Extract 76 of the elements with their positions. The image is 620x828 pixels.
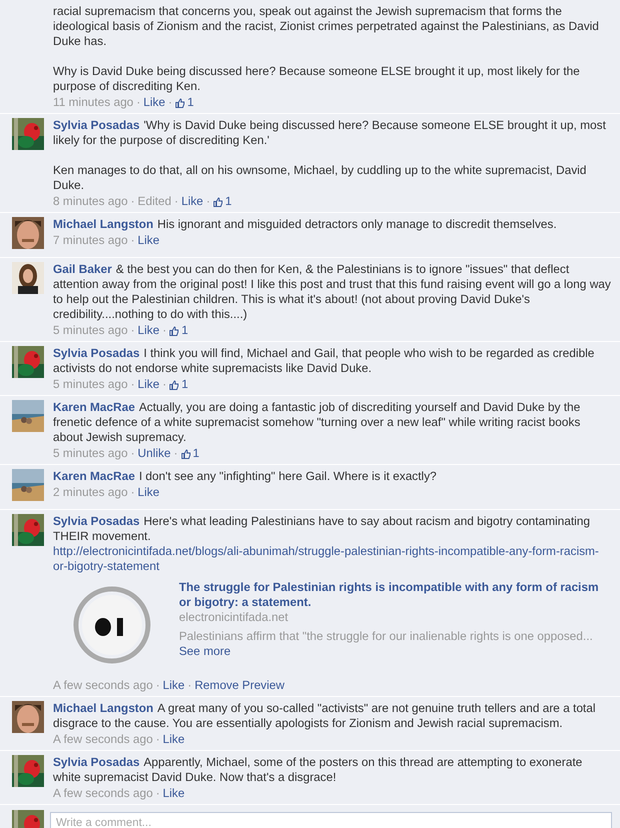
like-link[interactable]: Like [138,233,160,248]
author-name[interactable]: Karen MacRae [53,400,135,414]
author-name[interactable]: Michael Langston [53,701,154,715]
preview-summary: Palestinians affirm that "the struggle for our inalienable rights is one opposed... [179,629,594,644]
comment-text: Michael Langston A great many of you so-called "activists" are not genuine truth tellers and are a total disgrace to the cause. You are essentially apologists for Zionism and Jewish racial supremacism. [53,701,596,731]
like-link[interactable]: Like [138,485,160,500]
remove-preview-link[interactable]: Remove Preview [194,678,284,693]
like-link[interactable]: Like [138,377,160,392]
like-link[interactable]: Like [162,732,185,747]
author-name[interactable]: Sylvia Posadas [53,755,140,769]
like-link[interactable]: Like [181,194,204,209]
thumbs-up-icon [169,326,180,336]
separator-dot: · [174,194,178,209]
separator-dot: · [188,678,192,693]
like-count[interactable]: 1 [169,377,188,392]
like-link[interactable]: Unlike [138,446,171,461]
author-name[interactable]: Sylvia Posadas [53,118,140,132]
like-link[interactable]: Like [162,678,185,693]
comment-text: Karen MacRae Actually, you are doing a fantastic job of discrediting yourself and David Duke by the frenetic defence of a white supremacist somehow "turning over a new leaf" while writing racist books about Jewish supremacy. [53,400,582,445]
separator-dot: · [130,194,135,209]
separator-dot: · [156,678,160,693]
comment-text: Gail Baker & the best you can do then for Ken, & the Palestinians is to ignore "issues" that deflect attention away from the original post! I like this post and trust that this fund raising event will go a long way to help out the Palestinian children. This is what it's about! (not about proving David Duke's credibility....nothing to do with this....) [53,262,612,322]
thumbs-up-icon [169,380,180,390]
comment-text: Karen MacRae I don't see any "infighting" here Gail. Where is it exactly? [53,469,438,484]
like-link[interactable]: Like [143,95,166,110]
preview-title[interactable]: The struggle for Palestinian rights is incompatible with any form of racism or bigotry: a statement. [179,580,612,610]
timestamp: A few seconds ago [53,732,153,747]
timestamp: 2 minutes ago [53,485,128,500]
comment-text: Why is David Duke being discussed here? Because someone ELSE brought it up, most likely for the purpose of discrediting Ken. [53,64,581,94]
edited-label: Edited [138,194,172,209]
separator-dot: · [162,377,166,392]
thumbs-up-icon [180,448,191,458]
comment-text: Michael Langston His ignorant and misguided detractors only manage to discredit themselves. [53,217,558,232]
author-name[interactable]: Michael Langston [53,217,154,231]
timestamp: A few seconds ago [53,678,153,693]
author-name[interactable]: Karen MacRae [53,469,135,483]
comment-text: Sylvia Posadas Here's what leading Palestinians have to say about racism and bigotry contaminating THEIR movement. http://electronicintifada.net/blogs/ali-abunimah/struggle-palestinian-rights-incompatible-any-form-racism-or-bigotry-statement [53,514,612,574]
like-link[interactable]: Like [138,323,160,338]
timestamp: 5 minutes ago [53,446,128,461]
comment-text: racial supremacism that concerns you, speak out against the Jewish supremacism that forms the ideological basis of Zionism and the racist, Zionist crimes perpetrated against the Palestinians, as David Duke has. [53,4,600,49]
like-count[interactable]: 1 [175,95,194,110]
thumbs-up-icon [213,196,224,206]
timestamp: 5 minutes ago [53,323,128,338]
author-name[interactable]: Gail Baker [53,262,112,276]
comment-text: Sylvia Posadas Apparently, Michael, some of the posters on this thread are attempting to exonerate white supremacist David Duke. Now that's a disgrace! [53,755,584,785]
separator-dot: · [130,233,135,248]
separator-dot: · [130,323,135,338]
comment-text: Sylvia Posadas 'Why is David Duke being discussed here? Because someone ELSE brought it up, most likely for the purpose of discrediting Ken.' [53,118,607,148]
like-count[interactable]: 1 [213,194,232,209]
thumbs-up-icon [175,98,186,108]
timestamp: 8 minutes ago [53,194,128,209]
like-link[interactable]: Like [162,786,185,801]
author-name[interactable]: Sylvia Posadas [53,514,140,528]
separator-dot: · [130,377,135,392]
timestamp: 5 minutes ago [53,377,128,392]
like-count[interactable]: 1 [180,446,200,461]
author-name[interactable]: Sylvia Posadas [53,346,140,360]
separator-dot: · [130,485,135,500]
comment-link[interactable]: http://electronicintifada.net/blogs/ali-abunimah/struggle-palestinian-rights-incompatible-any-form-racism-or-bigotry-statement [53,544,612,574]
comment-input[interactable]: Write a comment... [50,812,612,828]
timestamp: A few seconds ago [53,786,153,801]
separator-dot: · [174,446,178,461]
timestamp: 7 minutes ago [53,233,128,248]
separator-dot: · [168,95,172,110]
timestamp: 11 minutes ago [53,95,134,110]
like-count[interactable]: 1 [169,323,188,338]
separator-dot: · [130,446,135,461]
separator-dot: · [156,786,160,801]
comment-text: Sylvia Posadas I think you will find, Michael and Gail, that people who wish to be regarded as credible activists do not endorse white supremacists like David Duke. [53,346,596,376]
separator-dot: · [206,194,210,209]
separator-dot: · [162,323,166,338]
separator-dot: · [156,732,160,747]
preview-domain: electronicintifada.net [179,610,290,625]
separator-dot: · [136,95,140,110]
comment-text: Ken manages to do that, all on his ownsome, Michael, by cuddling up to the white supremacist, David Duke. [53,163,588,193]
see-more-link[interactable]: See more [179,644,231,658]
